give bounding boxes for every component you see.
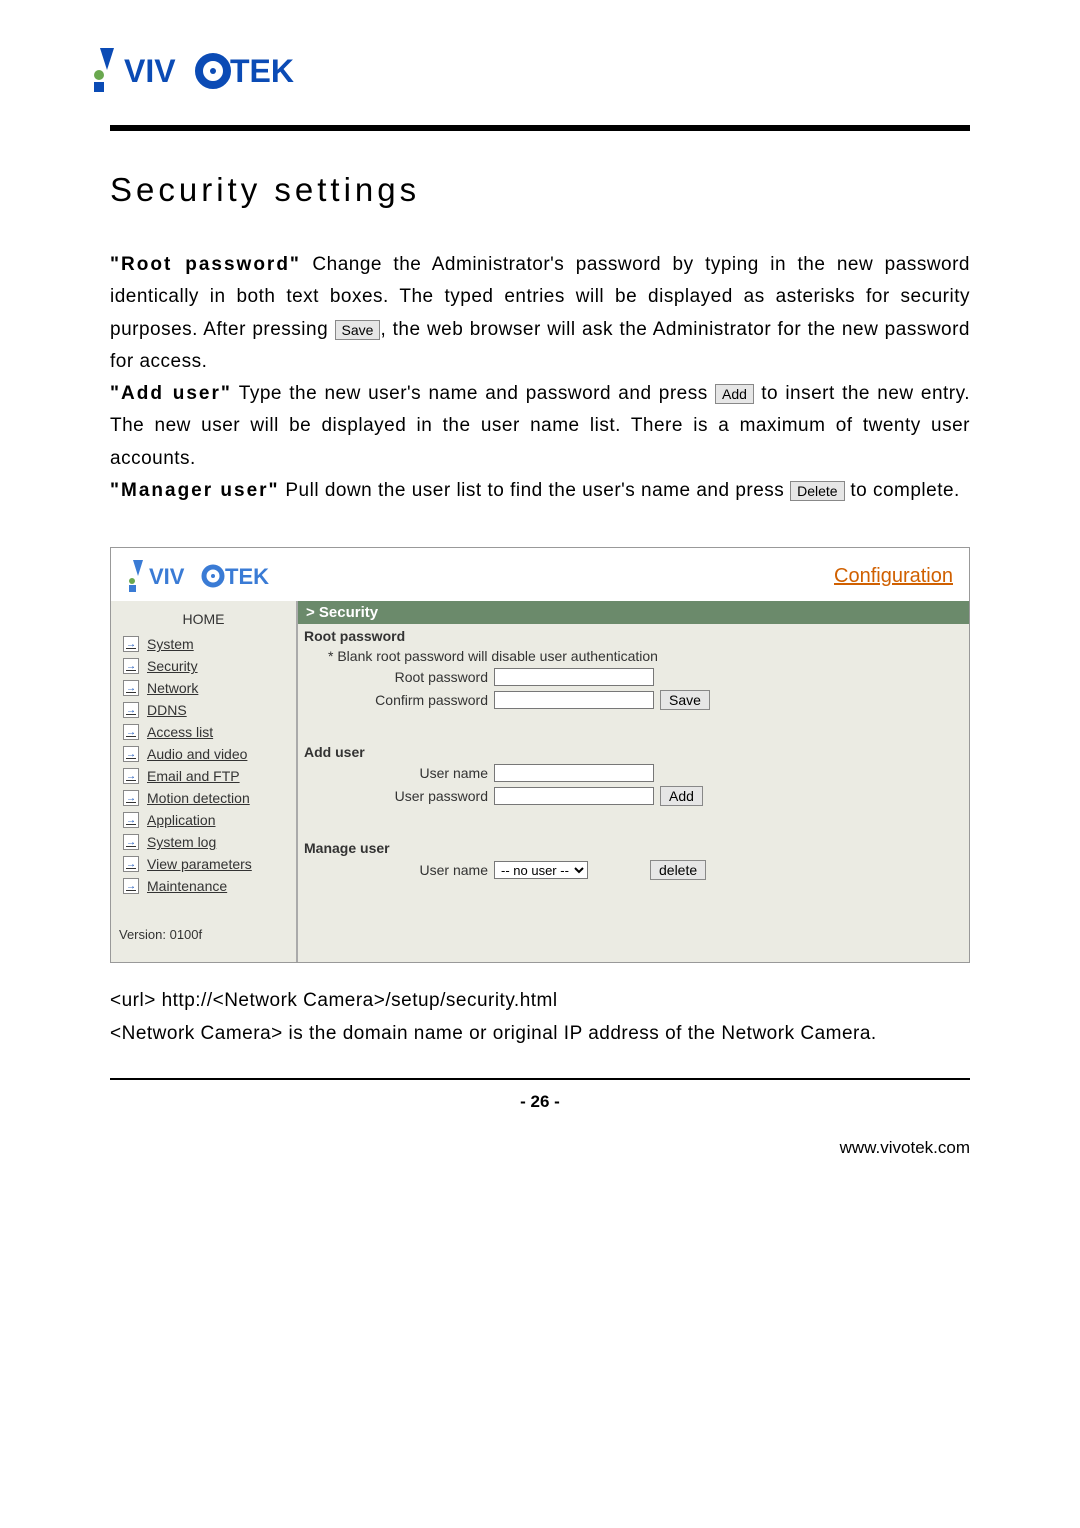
- content-panel: > Security Root password * Blank root pa…: [298, 601, 969, 962]
- arrow-icon: →: [123, 878, 139, 894]
- root-password-field-label: Root password: [328, 669, 488, 685]
- body-text: "Root password" Change the Administrator…: [110, 249, 970, 507]
- userpassword-field-label: User password: [328, 788, 488, 804]
- manage-user-title: Manage user: [298, 836, 969, 858]
- arrow-icon: →: [123, 812, 139, 828]
- root-password-input[interactable]: [494, 668, 654, 686]
- sidebar-label-motion: Motion detection: [147, 790, 250, 806]
- root-password-label: "Root password": [110, 254, 301, 275]
- sidebar-label-system: System: [147, 636, 194, 652]
- sidebar-item-maintenance[interactable]: → Maintenance: [111, 875, 296, 897]
- sidebar-label-network: Network: [147, 680, 198, 696]
- root-password-title: Root password: [298, 624, 969, 646]
- username-input[interactable]: [494, 764, 654, 782]
- sidebar-label-audiovideo: Audio and video: [147, 746, 247, 762]
- sidebar-label-viewparams: View parameters: [147, 856, 252, 872]
- brand-text: VIV: [124, 53, 176, 89]
- sidebar-item-application[interactable]: → Application: [111, 809, 296, 831]
- para2-before: Type the new user's name and password an…: [239, 383, 715, 404]
- arrow-icon: →: [123, 746, 139, 762]
- config-logo: VIV TEK: [127, 556, 297, 597]
- sidebar-item-network[interactable]: → Network: [111, 677, 296, 699]
- para3-after: to complete.: [845, 480, 960, 501]
- sidebar-item-systemlog[interactable]: → System log: [111, 831, 296, 853]
- sidebar-label-maintenance: Maintenance: [147, 878, 227, 894]
- add-button[interactable]: Add: [660, 786, 703, 806]
- top-divider: [110, 125, 970, 131]
- website-url: www.vivotek.com: [110, 1138, 970, 1158]
- arrow-icon: →: [123, 636, 139, 652]
- url-line: <url> http://<Network Camera>/setup/secu…: [110, 985, 970, 1017]
- sidebar-label-security: Security: [147, 658, 198, 674]
- arrow-icon: →: [123, 856, 139, 872]
- svg-text:TEK: TEK: [225, 564, 269, 589]
- arrow-icon: →: [123, 702, 139, 718]
- arrow-icon: →: [123, 658, 139, 674]
- username-field-label: User name: [328, 765, 488, 781]
- inline-save-button: Save: [335, 320, 381, 340]
- config-ui: VIV TEK Configuration HOME → System → Secu…: [110, 547, 970, 963]
- sidebar-item-accesslist[interactable]: → Access list: [111, 721, 296, 743]
- add-user-title: Add user: [298, 740, 969, 762]
- page-number: - 26 -: [110, 1092, 970, 1112]
- bottom-divider: [110, 1078, 970, 1080]
- manage-username-label: User name: [328, 862, 488, 878]
- page-title: Security settings: [110, 171, 970, 209]
- manager-user-label: "Manager user": [110, 480, 280, 501]
- root-password-note: * Blank root password will disable user …: [298, 646, 969, 666]
- sidebar-label-emailftp: Email and FTP: [147, 768, 240, 784]
- arrow-icon: →: [123, 724, 139, 740]
- svg-text:TEK: TEK: [230, 53, 294, 89]
- sidebar-label-accesslist: Access list: [147, 724, 213, 740]
- sidebar-label-ddns: DDNS: [147, 702, 187, 718]
- sidebar-item-viewparams[interactable]: → View parameters: [111, 853, 296, 875]
- para3-before: Pull down the user list to find the user…: [285, 480, 790, 501]
- save-button[interactable]: Save: [660, 690, 710, 710]
- sidebar-item-ddns[interactable]: → DDNS: [111, 699, 296, 721]
- arrow-icon: →: [123, 790, 139, 806]
- add-user-label: "Add user": [110, 383, 232, 404]
- svg-text:VIV: VIV: [149, 564, 185, 589]
- brand-logo: VIV TEK: [90, 40, 970, 100]
- sidebar-home[interactable]: HOME: [111, 601, 296, 633]
- userpassword-input[interactable]: [494, 787, 654, 805]
- confirm-password-field-label: Confirm password: [328, 692, 488, 708]
- breadcrumb: > Security: [298, 601, 969, 624]
- arrow-icon: →: [123, 768, 139, 784]
- config-header: VIV TEK Configuration: [111, 548, 969, 601]
- sidebar-item-emailftp[interactable]: → Email and FTP: [111, 765, 296, 787]
- sidebar-item-motion[interactable]: → Motion detection: [111, 787, 296, 809]
- configuration-link[interactable]: Configuration: [834, 565, 953, 588]
- footnote: <url> http://<Network Camera>/setup/secu…: [110, 985, 970, 1050]
- arrow-icon: →: [123, 680, 139, 696]
- sidebar-item-audiovideo[interactable]: → Audio and video: [111, 743, 296, 765]
- sidebar-item-security[interactable]: → Security: [111, 655, 296, 677]
- manage-user-select[interactable]: -- no user --: [494, 861, 588, 879]
- confirm-password-input[interactable]: [494, 691, 654, 709]
- delete-button[interactable]: delete: [650, 860, 706, 880]
- sidebar-item-system[interactable]: → System: [111, 633, 296, 655]
- network-camera-note: <Network Camera> is the domain name or o…: [110, 1018, 970, 1050]
- arrow-icon: →: [123, 834, 139, 850]
- inline-delete-button: Delete: [790, 481, 844, 501]
- inline-add-button: Add: [715, 384, 754, 404]
- sidebar-label-systemlog: System log: [147, 834, 216, 850]
- sidebar: HOME → System → Security → Network → DDNS → A…: [111, 601, 298, 962]
- sidebar-label-application: Application: [147, 812, 216, 828]
- version-label: Version: 0100f: [111, 897, 296, 942]
